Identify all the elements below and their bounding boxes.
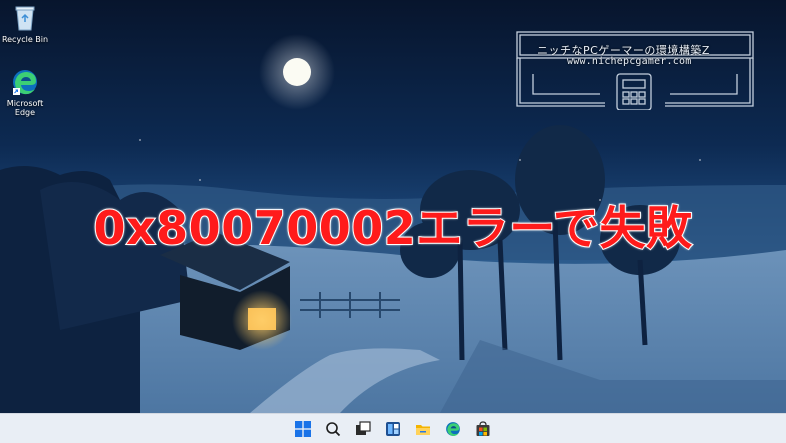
widgets-icon [386,421,400,436]
widgets-button[interactable] [382,418,404,440]
microsoft-edge-shortcut[interactable]: Microsoft Edge [0,68,50,117]
error-headline: 0x80070002エラーで失敗 [93,200,693,256]
file-explorer-icon [416,424,430,435]
recycle-bin-label: Recycle Bin [1,35,49,44]
recycle-bin-icon [15,6,35,31]
edge-icon [446,421,460,436]
file-explorer-button[interactable] [412,418,434,440]
task-view-button[interactable] [352,418,374,440]
edge-icon [13,70,37,95]
microsoft-store-button[interactable] [472,418,494,440]
edge-taskbar-button[interactable] [442,418,464,440]
edge-label-line1: Microsoft [6,99,44,108]
search-button[interactable] [322,418,344,440]
desktop: Recycle Bin Microsoft Edge ニッチなPCゲーマーの環境… [0,0,786,413]
recycle-bin-shortcut[interactable]: Recycle Bin [0,4,50,44]
edge-label-line2: Edge [14,108,36,117]
taskbar [0,413,786,443]
task-view-icon [356,420,371,435]
microsoft-store-icon [476,420,490,436]
windows-start-icon [295,420,311,437]
site-logo-url: www.nichepcgamer.com [567,56,692,67]
search-icon [326,421,341,436]
start-button[interactable] [292,418,314,440]
